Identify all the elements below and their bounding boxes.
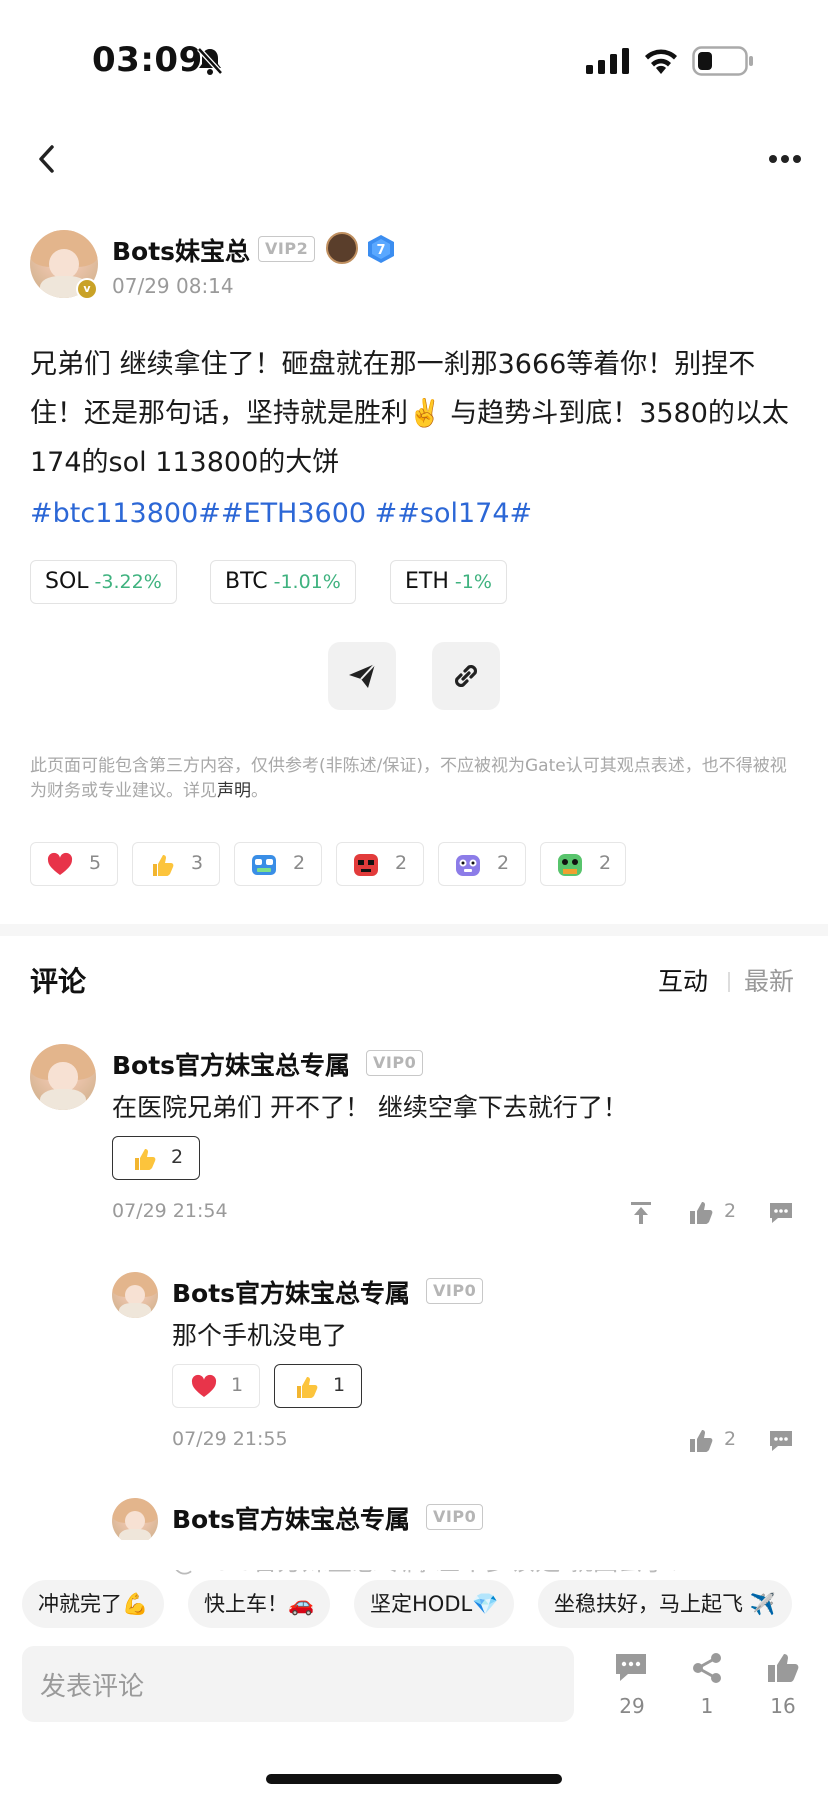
- back-arrow-icon[interactable]: [34, 142, 60, 176]
- status-time: 03:09: [92, 40, 203, 80]
- reply-avatar[interactable]: [112, 1498, 158, 1544]
- comment-count: 29: [619, 1694, 645, 1718]
- coin-symbol: ETH: [405, 569, 449, 594]
- coin-change: -1%: [454, 571, 492, 593]
- coin-chip-btc[interactable]: BTC -1.01%: [210, 560, 356, 604]
- share-icon[interactable]: [690, 1652, 724, 1684]
- coin-symbol: SOL: [45, 569, 89, 594]
- reaction-robot[interactable]: 2: [234, 842, 322, 886]
- sort-divider: [728, 972, 730, 992]
- post-time: 07/29 08:14: [112, 274, 234, 298]
- coin-symbol: BTC: [225, 569, 268, 594]
- coin-chip-eth[interactable]: ETH -1%: [390, 560, 507, 604]
- like-count: 16: [770, 1694, 796, 1718]
- battery-icon: [692, 46, 753, 76]
- reply-text: 那个手机没电了: [172, 1321, 348, 1350]
- thumbs-up-icon: [297, 1377, 318, 1398]
- comment-input[interactable]: 发表评论: [22, 1646, 574, 1722]
- comments-icon[interactable]: [614, 1652, 648, 1684]
- comments-title: 评论: [30, 965, 87, 998]
- robot-emoji-icon: [252, 855, 276, 875]
- level-hexagon-badge: 7: [368, 235, 394, 263]
- reply-reaction-heart[interactable]: 1: [172, 1364, 260, 1408]
- rank-medal-icon: [326, 232, 358, 264]
- comment-reaction-thumbs-up[interactable]: 2: [112, 1136, 200, 1180]
- vip-badge: VIP2: [258, 236, 316, 262]
- coin-change: -3.22%: [94, 571, 162, 593]
- reply-author[interactable]: Bots官方妹宝总专属: [172, 1274, 410, 1310]
- thumbs-up-icon: [135, 1149, 156, 1170]
- more-options-icon[interactable]: [768, 152, 802, 166]
- quick-reply-chip[interactable]: 快上车！🚗: [188, 1580, 331, 1628]
- purple-monster-emoji-icon: [456, 855, 480, 876]
- post-hashtags[interactable]: #btc113800##ETH3600 ##sol174#: [30, 489, 532, 538]
- reply-author[interactable]: Bots官方妹宝总专属: [172, 1500, 410, 1536]
- third-party-disclaimer: 此页面可能包含第三方内容，仅供参考(非陈述/保证)，不应被视为Gate认可其观点…: [30, 756, 787, 801]
- vip-badge: VIP0: [426, 1278, 484, 1304]
- link-icon: [454, 664, 478, 688]
- sick-green-emoji-icon: [558, 854, 582, 876]
- disclaimer-link[interactable]: 声明: [217, 781, 251, 801]
- reaction-thumbs-up[interactable]: 3: [132, 842, 220, 886]
- reply-avatar[interactable]: [112, 1272, 158, 1318]
- reaction-purple[interactable]: 2: [438, 842, 526, 886]
- like-icon[interactable]: [688, 1428, 714, 1454]
- send-share-button[interactable]: [328, 642, 396, 710]
- reaction-sick[interactable]: 2: [540, 842, 626, 886]
- thumbs-up-icon: [153, 855, 174, 876]
- heart-icon: [47, 852, 73, 875]
- coin-chip-sol[interactable]: SOL -3.22%: [30, 560, 177, 604]
- bell-muted-icon: [197, 47, 223, 75]
- cellular-signal-icon: [586, 48, 629, 74]
- angry-red-emoji-icon: [354, 854, 378, 876]
- reply-time: 07/29 21:55: [172, 1428, 288, 1450]
- author-name[interactable]: Bots妹宝总: [112, 232, 250, 268]
- like-icon[interactable]: [688, 1200, 714, 1226]
- reaction-heart[interactable]: 5: [30, 842, 118, 886]
- reply-reaction-thumbs-up[interactable]: 1: [274, 1364, 362, 1408]
- status-bar: 03:09: [0, 0, 828, 120]
- comment-avatar[interactable]: [30, 1044, 96, 1110]
- vip-badge: VIP0: [366, 1050, 424, 1076]
- share-count: 1: [700, 1694, 714, 1718]
- like-count: 2: [724, 1200, 737, 1222]
- quick-reply-chip[interactable]: 坚定HODL💎: [354, 1580, 515, 1628]
- verified-badge-icon: v: [76, 278, 98, 300]
- coin-change: -1.01%: [273, 571, 341, 593]
- vip-badge: VIP0: [426, 1504, 484, 1530]
- sort-tab-interaction[interactable]: 互动: [658, 962, 708, 998]
- quick-reply-chip[interactable]: 坐稳扶好，马上起飞 ✈️: [538, 1580, 792, 1628]
- pin-to-top-icon[interactable]: [628, 1200, 654, 1226]
- level-number: 7: [376, 243, 385, 258]
- home-indicator: [266, 1774, 562, 1784]
- reply-comment-icon[interactable]: [768, 1428, 794, 1454]
- post-body-text: 兄弟们 继续拿住了！砸盘就在那一刹那3666等着你！别捏不住！还是那句话，坚持就…: [30, 349, 789, 478]
- wifi-icon: [645, 49, 677, 74]
- copy-link-button[interactable]: [432, 642, 500, 710]
- reaction-angry[interactable]: 2: [336, 842, 424, 886]
- heart-icon: [191, 1374, 217, 1397]
- comment-input-placeholder: 发表评论: [40, 1672, 145, 1702]
- comment-time: 07/29 21:54: [112, 1200, 228, 1222]
- reply-comment-icon[interactable]: [768, 1200, 794, 1226]
- scroll-fade: [0, 1540, 828, 1570]
- paper-plane-icon: [349, 663, 376, 688]
- comment-text: 在医院兄弟们 开不了！ 继续空拿下去就行了！: [112, 1093, 628, 1122]
- section-divider: [0, 924, 828, 936]
- like-icon[interactable]: [766, 1652, 800, 1684]
- sort-tab-latest[interactable]: 最新: [744, 962, 794, 998]
- comment-author[interactable]: Bots官方妹宝总专属: [112, 1046, 350, 1082]
- like-count: 2: [724, 1428, 737, 1450]
- quick-reply-chip[interactable]: 冲就完了💪: [22, 1580, 165, 1628]
